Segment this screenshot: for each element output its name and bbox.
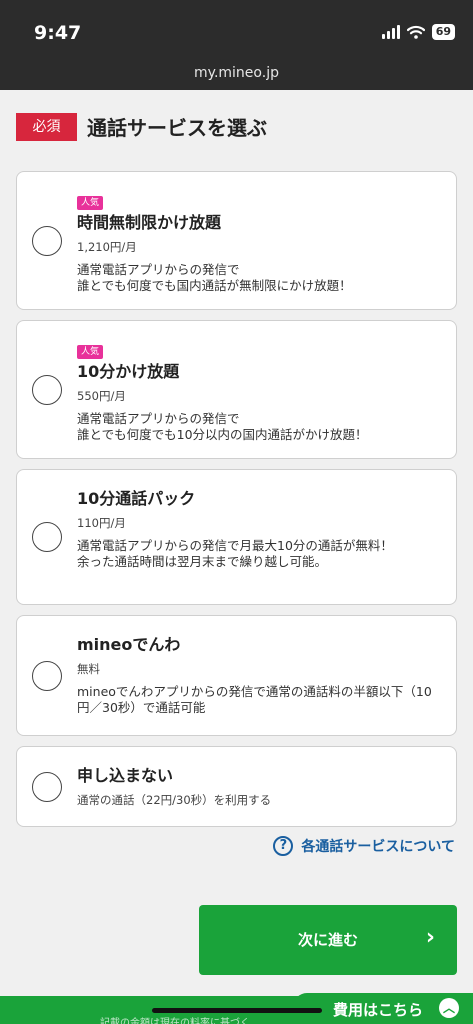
status-icons: 69 — [381, 24, 455, 40]
radio-button[interactable] — [32, 226, 62, 256]
battery-icon: 69 — [431, 24, 455, 40]
next-button-label: 次に進む — [297, 931, 358, 949]
option-card-10min-calls[interactable]: 人気 10分かけ放題 550円/月 通常電話アプリからの発信で 誰とでも何度でも… — [16, 320, 457, 459]
chevron-right-icon: › — [425, 925, 435, 950]
option-description: mineoでんわアプリからの発信で通常の通話料の半額以下（10円／30秒）で通話… — [77, 684, 432, 715]
option-title: 時間無制限かけ放題 — [77, 213, 222, 232]
required-badge: 必須 — [16, 112, 77, 141]
option-price: 通常の通話（22円/30秒）を利用する — [77, 793, 272, 807]
option-title: 10分かけ放題 — [77, 362, 180, 381]
help-link-label: 各通話サービスについて — [301, 839, 455, 855]
option-price: 無料 — [77, 662, 100, 676]
option-card-10min-pack[interactable]: 10分通話パック 110円/月 通常電話アプリからの発信で月最大10分の通話が無… — [16, 469, 457, 605]
footer-note: 記載の金額は現在の料率に基づく — [100, 1018, 250, 1024]
chevron-up-icon: ︿ — [439, 998, 459, 1018]
url-bar[interactable]: my.mineo.jp — [0, 60, 473, 90]
section-header: 必須 通話サービスを選ぶ — [16, 112, 267, 141]
option-title: 申し込まない — [77, 766, 174, 785]
option-price: 550円/月 — [77, 389, 126, 403]
question-circle-icon: ? — [273, 836, 294, 856]
option-description: 通常電話アプリからの発信で 誰とでも何度でも10分以内の国内通話がかけ放題！ — [77, 411, 368, 442]
option-card-mineo-denwa[interactable]: mineoでんわ 無料 mineoでんわアプリからの発信で通常の通話料の半額以下… — [16, 615, 457, 736]
option-description: 通常電話アプリからの発信で 誰とでも何度でも国内通話が無制限にかけ放題！ — [77, 262, 352, 293]
option-price: 1,210円/月 — [77, 240, 137, 254]
radio-button[interactable] — [32, 375, 62, 405]
cellular-signal-icon — [381, 25, 400, 39]
option-card-no-application[interactable]: 申し込まない 通常の通話（22円/30秒）を利用する — [16, 746, 457, 827]
option-price: 110円/月 — [77, 516, 126, 530]
radio-button[interactable] — [32, 522, 62, 552]
section-title: 通話サービスを選ぶ — [87, 116, 267, 140]
popular-badge: 人気 — [77, 196, 104, 210]
call-services-help-link[interactable]: ? 各通話サービスについて — [273, 836, 455, 856]
status-bar: 9:47 69 — [0, 0, 473, 60]
home-indicator[interactable] — [152, 1008, 322, 1013]
wifi-icon — [406, 25, 425, 39]
option-title: 10分通話パック — [77, 489, 196, 508]
option-card-unlimited-calls[interactable]: 人気 時間無制限かけ放題 1,210円/月 通常電話アプリからの発信で 誰とでも… — [16, 171, 457, 310]
radio-button[interactable] — [32, 772, 62, 802]
cost-tab-label: 費用はこちら — [333, 1001, 424, 1019]
option-description: 通常電話アプリからの発信で月最大10分の通話が無料！ 余った通話時間は翌月末まで… — [77, 538, 393, 569]
radio-button[interactable] — [32, 661, 62, 691]
option-title: mineoでんわ — [77, 635, 181, 654]
next-button[interactable]: 次に進む › — [199, 905, 457, 975]
popular-badge: 人気 — [77, 345, 104, 359]
status-time: 9:47 — [34, 22, 82, 44]
